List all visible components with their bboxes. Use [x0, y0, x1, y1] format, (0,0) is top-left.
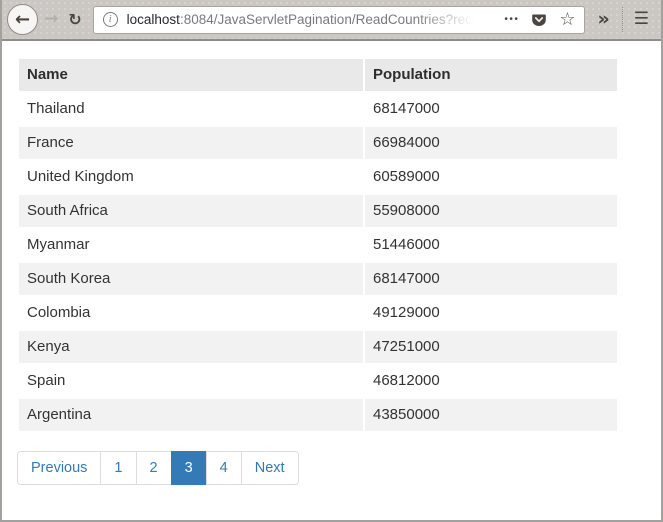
- pagination-item: 1: [101, 451, 136, 485]
- population-cell: 60589000: [364, 160, 618, 194]
- browser-toolbar: ← → ↻ i localhost:8084/JavaServletPagina…: [2, 0, 661, 41]
- country-name-cell: Spain: [18, 364, 364, 398]
- table-row: Spain 46812000: [18, 364, 618, 398]
- table-header-row: Name Population: [18, 58, 618, 92]
- site-info-icon[interactable]: i: [103, 12, 118, 27]
- reload-button[interactable]: ↻: [64, 8, 85, 32]
- population-cell: 46812000: [364, 364, 618, 398]
- table-row: Myanmar 51446000: [18, 228, 618, 262]
- country-name-cell: Argentina: [18, 398, 364, 432]
- table-row: Colombia 49129000: [18, 296, 618, 330]
- population-cell: 49129000: [364, 296, 618, 330]
- pagination-item: 2: [137, 451, 172, 485]
- column-header-population: Population: [364, 58, 618, 92]
- country-name-cell: Colombia: [18, 296, 364, 330]
- population-cell: 55908000: [364, 194, 618, 228]
- pocket-icon[interactable]: [531, 12, 547, 28]
- country-name-cell: Kenya: [18, 330, 364, 364]
- table-row: France 66984000: [18, 126, 618, 160]
- url-bar[interactable]: i localhost:8084/JavaServletPagination/R…: [93, 6, 586, 34]
- overflow-chevrons-icon: »: [597, 8, 609, 30]
- country-name-cell: France: [18, 126, 364, 160]
- hamburger-menu-button[interactable]: ☰: [630, 11, 653, 28]
- pagination-item: Previous: [17, 451, 101, 485]
- bookmark-star-icon[interactable]: ☆: [559, 11, 575, 29]
- country-name-cell: South Africa: [18, 194, 364, 228]
- pagination: Previous 1 2 3 4 Next: [17, 451, 299, 485]
- urlbar-actions: ••• ☆: [504, 11, 575, 29]
- url-path: :8084/JavaServletPagination/ReadCountrie…: [180, 12, 484, 27]
- back-button[interactable]: ←: [7, 4, 38, 35]
- pagination-link[interactable]: 1: [100, 451, 136, 485]
- reload-icon: ↻: [68, 10, 81, 29]
- pagination-link[interactable]: Previous: [17, 451, 101, 485]
- toolbar-separator: [622, 7, 623, 32]
- overflow-menu-button[interactable]: »: [592, 10, 614, 29]
- url-text[interactable]: localhost:8084/JavaServletPagination/Rea…: [127, 12, 485, 27]
- population-cell: 68147000: [364, 92, 618, 126]
- pagination-link[interactable]: 2: [136, 451, 172, 485]
- country-name-cell: South Korea: [18, 262, 364, 296]
- table-row: Argentina 43850000: [18, 398, 618, 432]
- url-host: localhost: [127, 12, 180, 27]
- population-cell: 66984000: [364, 126, 618, 160]
- countries-table: Name Population Thailand 68147000 France…: [17, 57, 619, 433]
- country-name-cell: Thailand: [18, 92, 364, 126]
- column-header-name: Name: [18, 58, 364, 92]
- page-actions-icon[interactable]: •••: [504, 14, 519, 25]
- table-row: Thailand 68147000: [18, 92, 618, 126]
- pagination-link[interactable]: 3: [171, 451, 207, 485]
- forward-button[interactable]: →: [40, 7, 62, 32]
- back-icon: ←: [15, 9, 30, 30]
- pagination-item: 4: [207, 451, 242, 485]
- page-content: Name Population Thailand 68147000 France…: [2, 41, 661, 520]
- pagination-item: 3: [172, 451, 207, 485]
- population-cell: 68147000: [364, 262, 618, 296]
- table-row: South Korea 68147000: [18, 262, 618, 296]
- browser-window: ← → ↻ i localhost:8084/JavaServletPagina…: [0, 0, 663, 522]
- pagination-link[interactable]: 4: [206, 451, 242, 485]
- hamburger-icon: ☰: [634, 9, 649, 29]
- table-row: South Africa 55908000: [18, 194, 618, 228]
- pagination-link[interactable]: Next: [241, 451, 299, 485]
- table-row: Kenya 47251000: [18, 330, 618, 364]
- country-name-cell: Myanmar: [18, 228, 364, 262]
- population-cell: 51446000: [364, 228, 618, 262]
- country-name-cell: United Kingdom: [18, 160, 364, 194]
- population-cell: 47251000: [364, 330, 618, 364]
- pagination-item: Next: [242, 451, 299, 485]
- population-cell: 43850000: [364, 398, 618, 432]
- forward-icon: →: [44, 9, 58, 29]
- table-row: United Kingdom 60589000: [18, 160, 618, 194]
